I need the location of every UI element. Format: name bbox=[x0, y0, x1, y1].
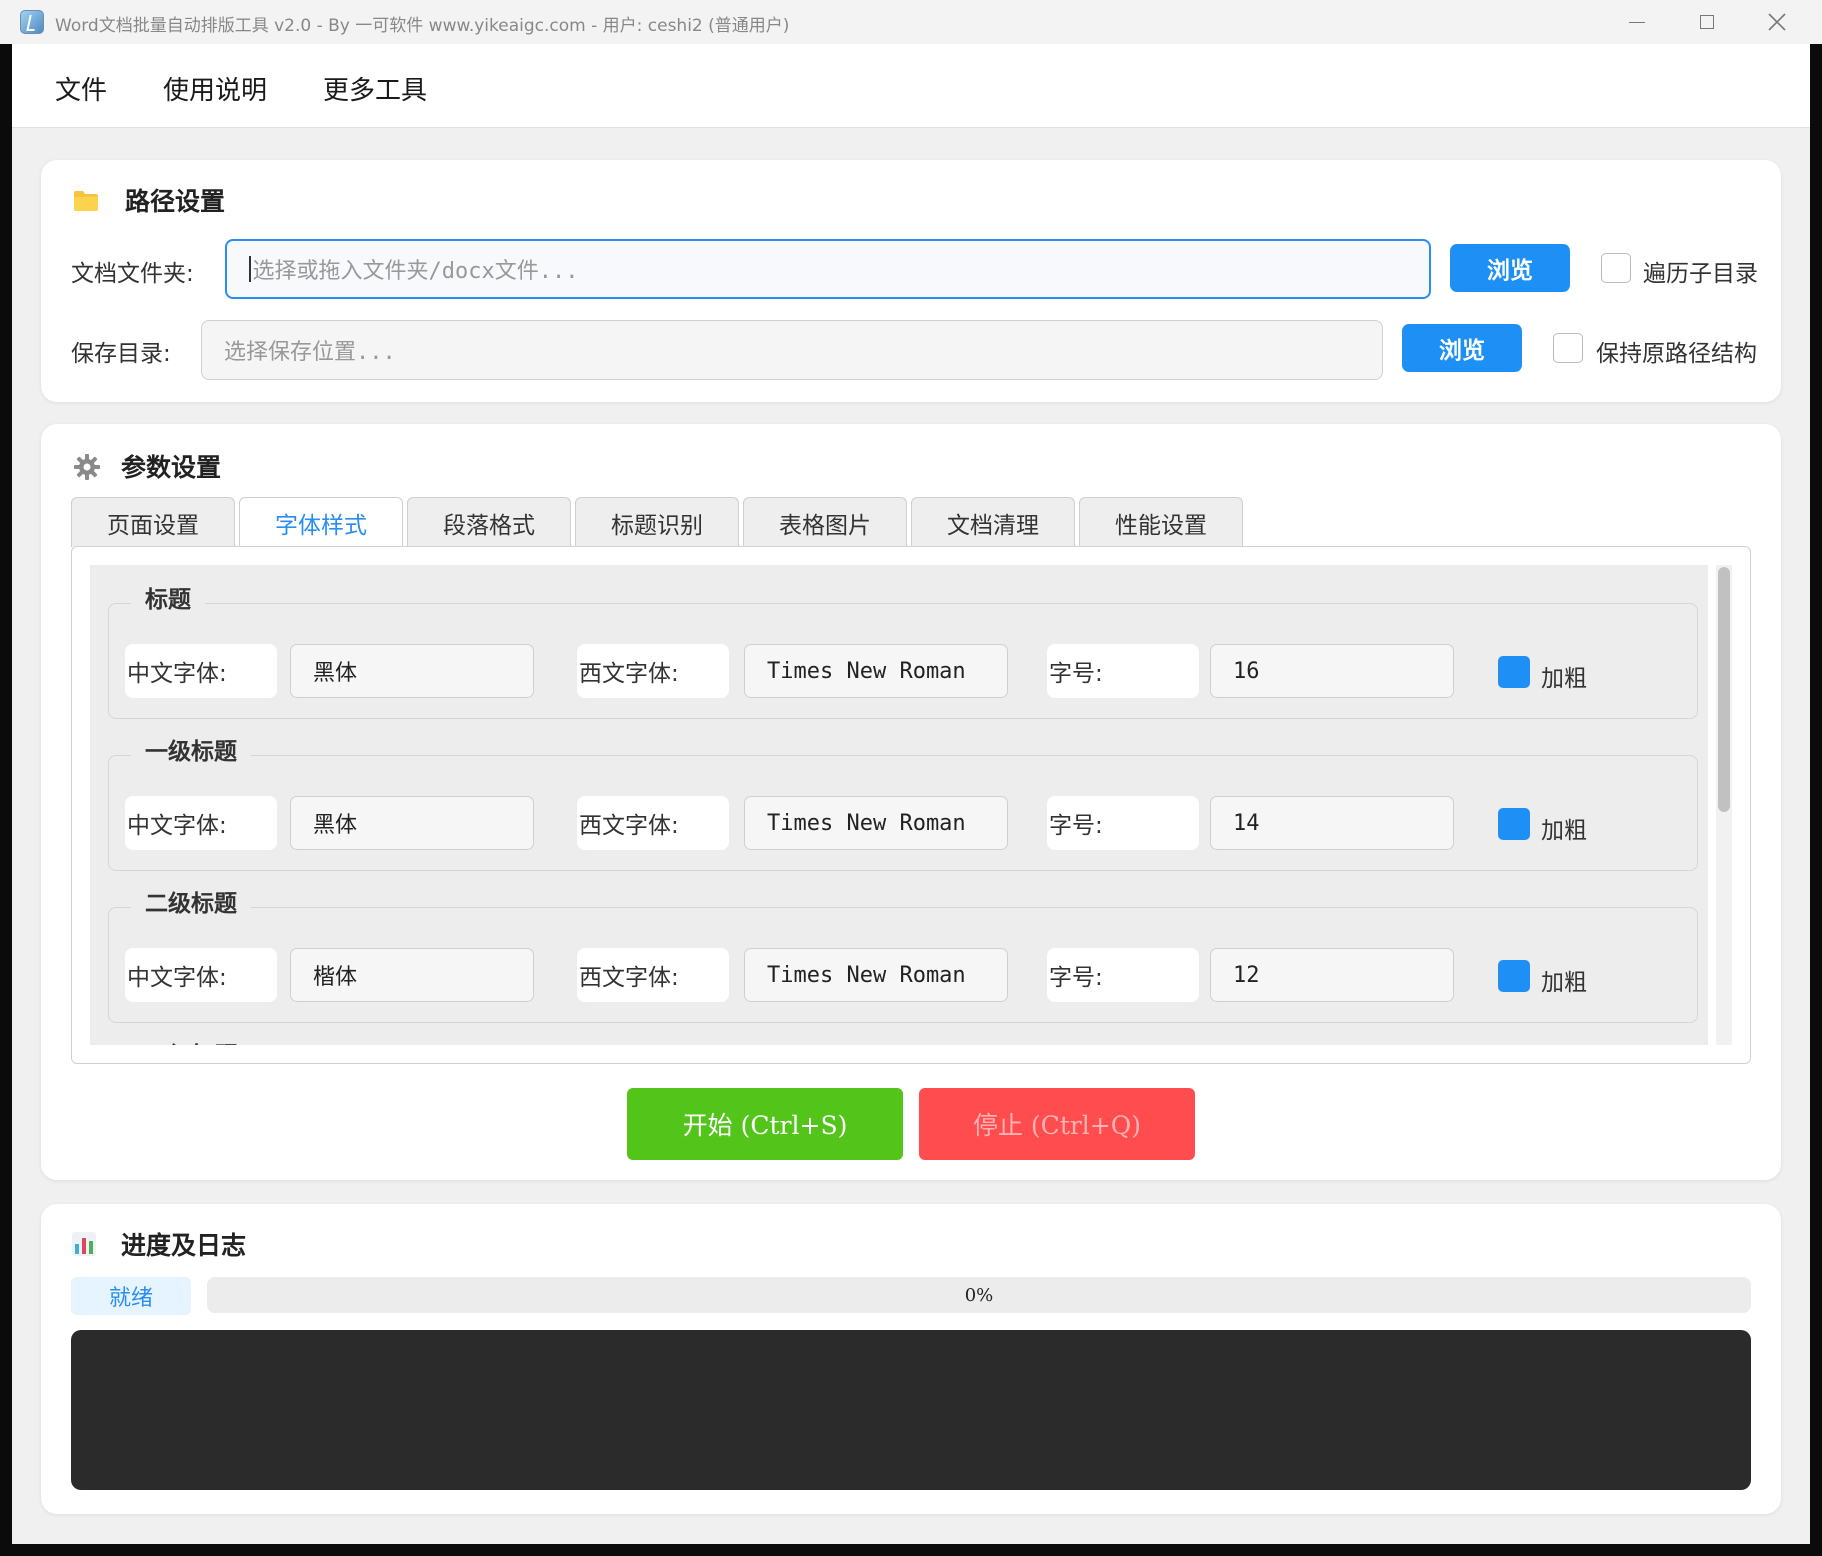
en-font-label: 西文字体: bbox=[577, 796, 729, 850]
title-bar: Word文档批量自动排版工具 v2.0 - By 一可软件 www.yikeai… bbox=[0, 0, 1822, 44]
param-settings-card: 参数设置 页面设置 字体样式 段落格式 标题识别 表格图片 文档清理 性能设置 … bbox=[41, 424, 1781, 1180]
group-title: 标题 bbox=[131, 580, 205, 614]
tab-bar: 页面设置 字体样式 段落格式 标题识别 表格图片 文档清理 性能设置 bbox=[71, 497, 1771, 547]
tab-tables-images[interactable]: 表格图片 bbox=[743, 497, 907, 547]
bold-checkbox[interactable] bbox=[1498, 960, 1530, 992]
style-group-title: 标题 中文字体: 黑体 西文字体: Times New Roman 字号: 16… bbox=[108, 580, 1698, 719]
close-icon bbox=[1768, 13, 1786, 31]
tab-font-style[interactable]: 字体样式 bbox=[239, 497, 403, 547]
cn-font-label: 中文字体: bbox=[125, 796, 277, 850]
cn-font-label: 中文字体: bbox=[125, 948, 277, 1002]
recurse-subdirs-checkbox[interactable] bbox=[1601, 253, 1631, 283]
group-title: 二级标题 bbox=[131, 884, 251, 918]
bar-chart-icon bbox=[72, 1232, 96, 1256]
recurse-subdirs-label: 遍历子目录 bbox=[1643, 261, 1758, 287]
size-label: 字号: bbox=[1047, 644, 1199, 698]
keep-path-structure-checkbox[interactable] bbox=[1553, 333, 1583, 363]
size-input[interactable]: 16 bbox=[1210, 644, 1454, 698]
param-settings-title: 参数设置 bbox=[121, 453, 222, 482]
en-font-label: 西文字体: bbox=[577, 644, 729, 698]
progress-bar: 0% bbox=[207, 1277, 1751, 1313]
font-style-panel: 标题 中文字体: 黑体 西文字体: Times New Roman 字号: 16… bbox=[71, 546, 1751, 1064]
bold-checkbox[interactable] bbox=[1498, 656, 1530, 688]
folder-icon bbox=[74, 191, 98, 211]
group-title: 一级标题 bbox=[131, 732, 251, 766]
path-settings-card: 路径设置 文档文件夹: 选择或拖入文件夹/docx文件... 浏览 遍历子目录 … bbox=[41, 160, 1781, 402]
bold-label: 加粗 bbox=[1541, 818, 1587, 844]
progress-title: 进度及日志 bbox=[121, 1231, 247, 1260]
style-group-heading2: 二级标题 中文字体: 楷体 西文字体: Times New Roman 字号: … bbox=[108, 884, 1698, 1023]
doc-folder-placeholder: 选择或拖入文件夹/docx文件... bbox=[252, 259, 579, 284]
app-icon bbox=[20, 10, 44, 34]
group-title: 三级标题 bbox=[131, 1036, 251, 1045]
status-badge: 就绪 bbox=[71, 1277, 191, 1315]
size-label: 字号: bbox=[1047, 796, 1199, 850]
keep-path-structure-label: 保持原路径结构 bbox=[1596, 341, 1757, 367]
tab-paragraph-format[interactable]: 段落格式 bbox=[407, 497, 571, 547]
bold-label: 加粗 bbox=[1541, 666, 1587, 692]
doc-folder-input[interactable]: 选择或拖入文件夹/docx文件... bbox=[225, 239, 1431, 299]
close-button[interactable] bbox=[1742, 0, 1812, 44]
text-caret bbox=[249, 256, 251, 282]
bold-label: 加粗 bbox=[1541, 970, 1587, 996]
maximize-icon bbox=[1700, 15, 1714, 29]
save-dir-browse-button[interactable]: 浏览 bbox=[1402, 324, 1522, 372]
scrollbar[interactable] bbox=[1716, 565, 1732, 1045]
menu-file[interactable]: 文件 bbox=[55, 70, 107, 107]
tab-heading-detection[interactable]: 标题识别 bbox=[575, 497, 739, 547]
en-font-select[interactable]: Times New Roman bbox=[744, 796, 1008, 850]
minimize-button[interactable] bbox=[1602, 0, 1672, 44]
bold-checkbox[interactable] bbox=[1498, 808, 1530, 840]
tab-performance[interactable]: 性能设置 bbox=[1079, 497, 1243, 547]
size-input[interactable]: 12 bbox=[1210, 948, 1454, 1002]
gear-icon bbox=[74, 454, 100, 480]
en-font-select[interactable]: Times New Roman bbox=[744, 644, 1008, 698]
save-dir-input[interactable]: 选择保存位置... bbox=[201, 320, 1383, 380]
doc-folder-label: 文档文件夹: bbox=[71, 261, 194, 287]
save-dir-label: 保存目录: bbox=[71, 341, 171, 367]
menu-bar: 文件 使用说明 更多工具 bbox=[12, 44, 1810, 128]
log-area[interactable] bbox=[71, 1330, 1751, 1490]
start-button[interactable]: 开始 (Ctrl+S) bbox=[627, 1088, 903, 1160]
stop-button[interactable]: 停止 (Ctrl+Q) bbox=[919, 1088, 1195, 1160]
cn-font-select[interactable]: 楷体 bbox=[290, 948, 534, 1002]
size-label: 字号: bbox=[1047, 948, 1199, 1002]
cn-font-select[interactable]: 黑体 bbox=[290, 644, 534, 698]
app-window: 文件 使用说明 更多工具 路径设置 文档文件夹: 选择或拖入文件夹/docx文件… bbox=[12, 44, 1810, 1544]
scrollbar-thumb[interactable] bbox=[1718, 567, 1730, 812]
path-settings-title: 路径设置 bbox=[125, 187, 226, 216]
style-group-heading1: 一级标题 中文字体: 黑体 西文字体: Times New Roman 字号: … bbox=[108, 732, 1698, 871]
font-style-scroll-area[interactable]: 标题 中文字体: 黑体 西文字体: Times New Roman 字号: 16… bbox=[90, 565, 1708, 1045]
save-dir-placeholder: 选择保存位置... bbox=[224, 340, 396, 365]
size-input[interactable]: 14 bbox=[1210, 796, 1454, 850]
progress-card: 进度及日志 就绪 0% bbox=[41, 1204, 1781, 1514]
cn-font-select[interactable]: 黑体 bbox=[290, 796, 534, 850]
window-title: Word文档批量自动排版工具 v2.0 - By 一可软件 www.yikeai… bbox=[55, 16, 790, 36]
doc-folder-browse-button[interactable]: 浏览 bbox=[1450, 244, 1570, 292]
tab-page-setup[interactable]: 页面设置 bbox=[71, 497, 235, 547]
cn-font-label: 中文字体: bbox=[125, 644, 277, 698]
menu-more-tools[interactable]: 更多工具 bbox=[323, 70, 427, 107]
en-font-label: 西文字体: bbox=[577, 948, 729, 1002]
progress-percent: 0% bbox=[964, 1284, 994, 1306]
menu-help[interactable]: 使用说明 bbox=[163, 70, 267, 107]
minimize-icon bbox=[1629, 21, 1645, 23]
en-font-select[interactable]: Times New Roman bbox=[744, 948, 1008, 1002]
tab-doc-cleanup[interactable]: 文档清理 bbox=[911, 497, 1075, 547]
maximize-button[interactable] bbox=[1672, 0, 1742, 44]
